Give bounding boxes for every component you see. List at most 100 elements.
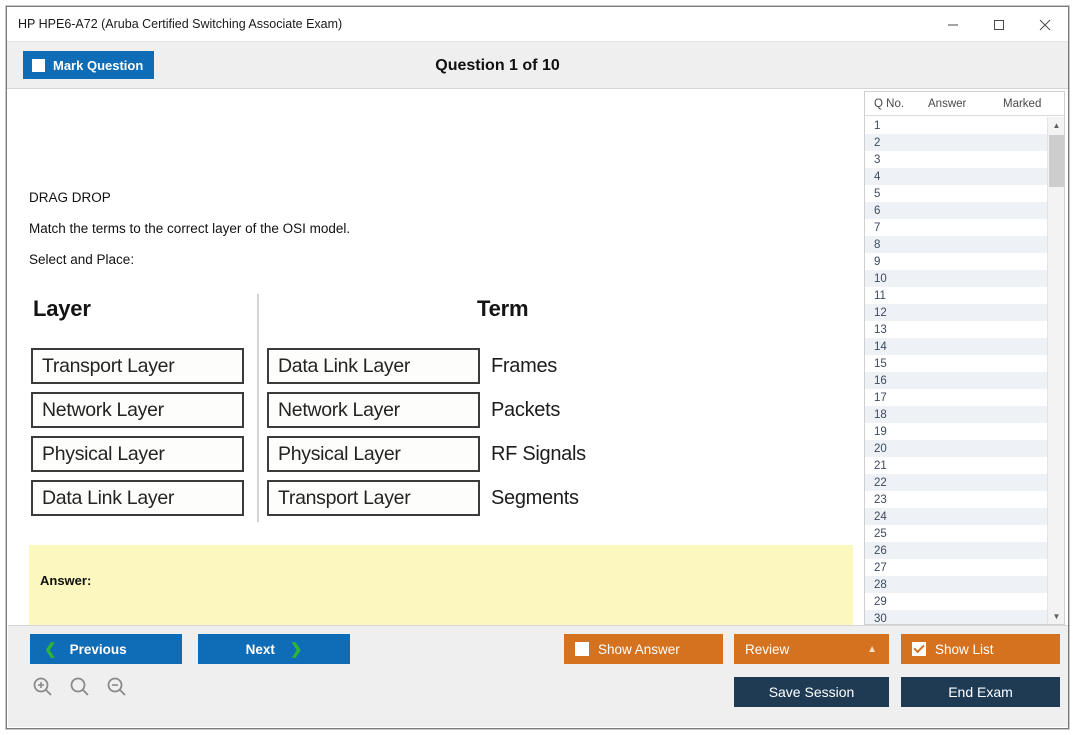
question-list-body[interactable]: 1234567891011121314151617181920212223242… xyxy=(865,117,1048,625)
answer-label: Answer: xyxy=(40,573,91,588)
question-list-row[interactable]: 2 xyxy=(865,134,1048,151)
zoom-controls xyxy=(30,674,130,700)
question-list-scrollbar[interactable]: ▲ ▼ xyxy=(1047,117,1064,625)
question-number: 8 xyxy=(865,239,915,251)
question-list-row[interactable]: 22 xyxy=(865,474,1048,491)
close-icon[interactable] xyxy=(1022,7,1068,42)
column-header-qno: Q No. xyxy=(874,98,904,110)
question-number: 23 xyxy=(865,494,915,506)
show-answer-checkbox-icon[interactable] xyxy=(575,642,589,656)
answer-explanation-panel: Answer: Explanation: xyxy=(29,545,853,625)
question-list-row[interactable]: 24 xyxy=(865,508,1048,525)
exam-application: HP HPE6-A72 (Aruba Certified Switching A… xyxy=(0,0,1075,735)
question-list-row[interactable]: 12 xyxy=(865,304,1048,321)
question-number: 1 xyxy=(865,120,915,132)
layer-box[interactable]: Transport Layer xyxy=(31,348,244,384)
layer-box[interactable]: Data Link Layer xyxy=(31,480,244,516)
maximize-icon[interactable] xyxy=(976,7,1022,42)
question-list-row[interactable]: 25 xyxy=(865,525,1048,542)
question-list-row[interactable]: 20 xyxy=(865,440,1048,457)
window-title: HP HPE6-A72 (Aruba Certified Switching A… xyxy=(18,17,342,31)
question-type-label: DRAG DROP xyxy=(29,190,111,205)
term-label: RF Signals xyxy=(491,436,586,472)
question-list-row[interactable]: 8 xyxy=(865,236,1048,253)
question-list-row[interactable]: 28 xyxy=(865,576,1048,593)
drag-drop-figure: Layer Term Transport Layer Network Layer… xyxy=(29,286,649,526)
question-number: 5 xyxy=(865,188,915,200)
question-list-row[interactable]: 15 xyxy=(865,355,1048,372)
scroll-up-icon[interactable]: ▲ xyxy=(1048,117,1065,134)
question-list-row[interactable]: 16 xyxy=(865,372,1048,389)
scroll-down-icon[interactable]: ▼ xyxy=(1048,608,1065,625)
question-number: 4 xyxy=(865,171,915,183)
save-session-button[interactable]: Save Session xyxy=(734,677,889,707)
term-label: Frames xyxy=(491,348,557,384)
question-number: 25 xyxy=(865,528,915,540)
review-label: Review xyxy=(745,642,789,657)
question-list-row[interactable]: 21 xyxy=(865,457,1048,474)
question-number: 13 xyxy=(865,324,915,336)
question-list-row[interactable]: 19 xyxy=(865,423,1048,440)
show-answer-button[interactable]: Show Answer xyxy=(564,634,723,664)
layer-box[interactable]: Physical Layer xyxy=(31,436,244,472)
question-number: 3 xyxy=(865,154,915,166)
question-list-row[interactable]: 7 xyxy=(865,219,1048,236)
end-exam-button[interactable]: End Exam xyxy=(901,677,1060,707)
question-number: 20 xyxy=(865,443,915,455)
answer-slot-box[interactable]: Network Layer xyxy=(267,392,480,428)
show-list-checkbox-icon[interactable] xyxy=(912,642,926,656)
previous-button[interactable]: ❮ Previous xyxy=(30,634,182,664)
question-number: 22 xyxy=(865,477,915,489)
answer-slot-box[interactable]: Transport Layer xyxy=(267,480,480,516)
bottom-toolbar: ❮ Previous Next ❯ Show Answer Review ▲ S… xyxy=(8,625,1068,727)
question-list-row[interactable]: 5 xyxy=(865,185,1048,202)
show-answer-label: Show Answer xyxy=(598,642,680,657)
question-list-row[interactable]: 17 xyxy=(865,389,1048,406)
question-list-row[interactable]: 30 xyxy=(865,610,1048,625)
question-pane: DRAG DROP Match the terms to the correct… xyxy=(8,90,858,625)
question-prompt: Match the terms to the correct layer of … xyxy=(29,221,350,236)
question-list-row[interactable]: 23 xyxy=(865,491,1048,508)
question-number: 29 xyxy=(865,596,915,608)
figure-divider xyxy=(257,294,259,522)
zoom-reset-icon[interactable] xyxy=(67,674,93,700)
show-list-button[interactable]: Show List xyxy=(901,634,1060,664)
end-exam-label: End Exam xyxy=(948,684,1013,700)
question-list-row[interactable]: 14 xyxy=(865,338,1048,355)
zoom-out-icon[interactable] xyxy=(104,674,130,700)
zoom-in-icon[interactable] xyxy=(30,674,56,700)
next-button[interactable]: Next ❯ xyxy=(198,634,350,664)
layer-column-heading: Layer xyxy=(33,296,91,322)
answer-slot-box[interactable]: Physical Layer xyxy=(267,436,480,472)
term-column-heading: Term xyxy=(477,296,528,322)
chevron-right-icon: ❯ xyxy=(290,642,303,657)
question-list-row[interactable]: 11 xyxy=(865,287,1048,304)
answer-slot-box[interactable]: Data Link Layer xyxy=(267,348,480,384)
minimize-icon[interactable] xyxy=(930,7,976,42)
term-label: Packets xyxy=(491,392,560,428)
question-number: 11 xyxy=(865,290,915,302)
question-number: 28 xyxy=(865,579,915,591)
question-list-row[interactable]: 10 xyxy=(865,270,1048,287)
question-list-row[interactable]: 9 xyxy=(865,253,1048,270)
chevron-left-icon: ❮ xyxy=(44,642,57,657)
question-number: 7 xyxy=(865,222,915,234)
question-list-row[interactable]: 26 xyxy=(865,542,1048,559)
question-list-row[interactable]: 27 xyxy=(865,559,1048,576)
mark-question-checkbox-icon[interactable] xyxy=(32,59,45,72)
window-controls xyxy=(930,7,1068,42)
mark-question-button[interactable]: Mark Question xyxy=(23,51,154,79)
question-list-row[interactable]: 1 xyxy=(865,117,1048,134)
scrollbar-thumb[interactable] xyxy=(1049,135,1064,187)
question-list-row[interactable]: 4 xyxy=(865,168,1048,185)
question-list-row[interactable]: 29 xyxy=(865,593,1048,610)
question-number: 30 xyxy=(865,613,915,625)
question-number: 16 xyxy=(865,375,915,387)
layer-box[interactable]: Network Layer xyxy=(31,392,244,428)
review-dropdown[interactable]: Review ▲ xyxy=(734,634,889,664)
question-list-row[interactable]: 6 xyxy=(865,202,1048,219)
question-header-bar: Mark Question Question 1 of 10 xyxy=(7,42,1068,89)
question-list-row[interactable]: 3 xyxy=(865,151,1048,168)
question-list-row[interactable]: 18 xyxy=(865,406,1048,423)
question-list-row[interactable]: 13 xyxy=(865,321,1048,338)
